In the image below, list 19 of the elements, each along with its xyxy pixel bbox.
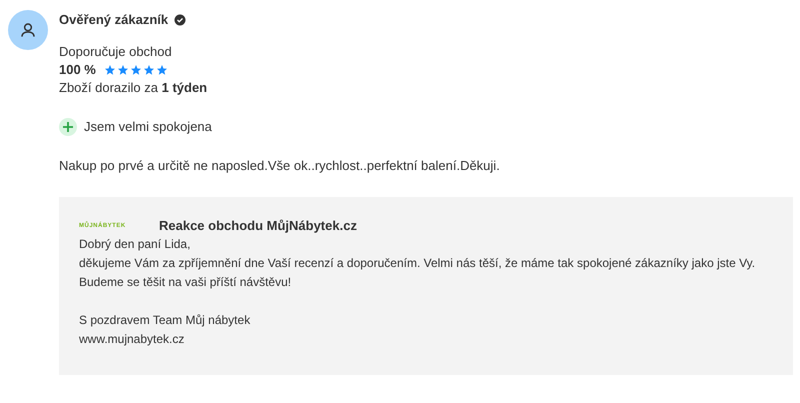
star-icon [116,64,129,76]
reply-text: Dobrý den paní Lida, [79,236,192,253]
delivery-time: Zboží dorazilo za 1 týden [59,79,208,97]
signature-text: S pozdravem Team Můj nábytek [79,312,252,329]
star-icon [142,64,155,76]
review-text: Nakup po prvé a určitě ne naposled.Vše ok..rychlost..perfektní balení.Děkuji. [59,157,501,175]
star-icon [130,64,142,76]
recommend-label: Doporučuje obchod [59,43,173,61]
pro-text: Jsem velmi spokojena [84,118,212,136]
plus-icon [59,118,77,136]
reply-text: děkujeme Vám za zpříjemnění dne Vaší recenzí a doporučením. Velmi nás těší, že máme tak spokojené zákazníky jako jste Vy. [79,255,756,272]
recommend-percent: 100 % [59,61,96,80]
reply-title: Reakce obchodu MůjNábytek.cz [159,217,357,236]
user-icon [20,22,36,38]
author-name: Ověřený zákazník [59,11,168,30]
star-icon [104,64,116,76]
signature-text: www.mujnabytek.cz [79,331,186,348]
reply-text: Budeme se těšit na vaši příští návštěvu! [79,274,292,291]
star-icon [156,64,168,76]
